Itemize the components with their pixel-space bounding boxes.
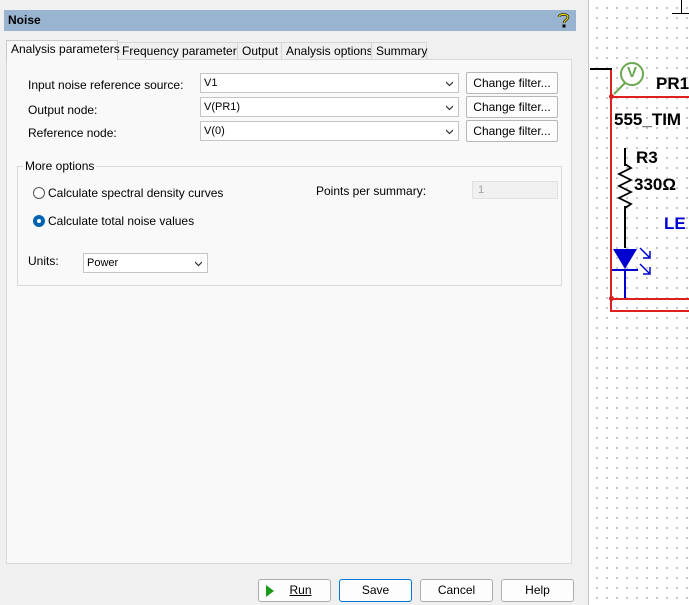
reference-node-select[interactable]: V(0) — [200, 121, 459, 141]
schematic-wire-red — [610, 310, 689, 312]
more-options-group: More options Calculate spectral density … — [17, 159, 562, 286]
resistor-value: 330Ω — [634, 175, 676, 194]
noise-analysis-dialog: Noise Analysis parameters Frequency para… — [0, 0, 589, 605]
timer-label: 555_TIM — [614, 110, 682, 129]
input-value: 1 — [478, 184, 485, 196]
button-label: Save — [361, 583, 390, 597]
units-label: Units: — [28, 254, 59, 268]
tab-analysis-parameters[interactable]: Analysis parameters — [6, 40, 120, 60]
play-icon — [266, 585, 274, 597]
input-source-label: Input noise reference source: — [28, 78, 184, 92]
save-button[interactable]: Save — [339, 579, 412, 602]
tab-label: Output — [242, 44, 279, 58]
total-noise-label: Calculate total noise values — [48, 214, 195, 228]
select-value: V(0) — [204, 125, 225, 137]
change-filter-button-output[interactable]: Change filter... — [466, 96, 558, 118]
tab-summary[interactable]: Summary — [371, 42, 427, 59]
question-help-icon[interactable] — [556, 12, 571, 28]
schematic-wire — [672, 13, 689, 14]
resistor-symbol-icon[interactable] — [616, 164, 634, 208]
output-node-select[interactable]: V(PR1) — [200, 97, 459, 117]
select-value: Power — [87, 257, 119, 269]
button-label: Help — [525, 583, 550, 597]
reference-node-label: Reference node: — [28, 126, 117, 140]
run-button[interactable]: Run — [258, 579, 331, 602]
chevron-down-icon — [195, 261, 202, 267]
led-label: LE — [664, 214, 686, 233]
schematic-wire — [681, 0, 682, 14]
chevron-down-icon — [446, 105, 453, 111]
cancel-button[interactable]: Cancel — [420, 579, 493, 602]
button-label: Change filter... — [473, 100, 551, 114]
button-label: Cancel — [437, 583, 476, 597]
input-source-select[interactable]: V1 — [200, 73, 459, 93]
change-filter-button-input[interactable]: Change filter... — [466, 72, 558, 94]
points-per-summary-input: 1 — [472, 181, 558, 199]
schematic-wire-red — [610, 298, 689, 300]
tab-label: Frequency parameters — [122, 44, 243, 58]
analysis-parameters-panel: Input noise reference source: V1 Change … — [6, 59, 572, 564]
tab-analysis-options[interactable]: Analysis options — [281, 42, 373, 59]
schematic-canvas[interactable]: V PR1 555_TIM R3 330Ω LE — [590, 0, 689, 605]
units-select[interactable]: Power — [83, 253, 208, 273]
probe-label: V — [627, 64, 638, 81]
schematic-wire — [624, 206, 626, 248]
select-value: V1 — [204, 77, 218, 89]
chevron-down-icon — [446, 81, 453, 87]
change-filter-button-reference[interactable]: Change filter... — [466, 120, 558, 142]
probe-name: PR1 — [656, 74, 689, 93]
more-options-title: More options — [23, 159, 97, 173]
tab-label: Analysis options — [286, 44, 373, 58]
tab-label: Analysis parameters — [11, 42, 120, 56]
tab-label: Summary — [376, 44, 428, 58]
schematic-wire — [590, 68, 612, 70]
select-value: V(PR1) — [204, 101, 241, 113]
button-label: Change filter... — [473, 124, 551, 138]
points-per-summary-label: Points per summary: — [316, 184, 427, 198]
dialog-titlebar[interactable]: Noise — [4, 10, 576, 31]
spectral-density-radio[interactable] — [33, 187, 45, 199]
tab-frequency-parameters[interactable]: Frequency parameters — [117, 42, 243, 59]
total-noise-radio[interactable] — [33, 215, 45, 227]
spectral-density-label: Calculate spectral density curves — [48, 186, 224, 200]
resistor-name: R3 — [636, 148, 658, 167]
button-label: Run — [289, 583, 312, 597]
tab-output[interactable]: Output — [237, 42, 282, 59]
button-label: Change filter... — [473, 76, 551, 90]
output-node-label: Output node: — [28, 103, 98, 117]
dialog-title: Noise — [8, 13, 41, 27]
chevron-down-icon — [446, 129, 453, 135]
help-button[interactable]: Help — [501, 579, 574, 602]
led-symbol-icon[interactable] — [610, 244, 662, 298]
